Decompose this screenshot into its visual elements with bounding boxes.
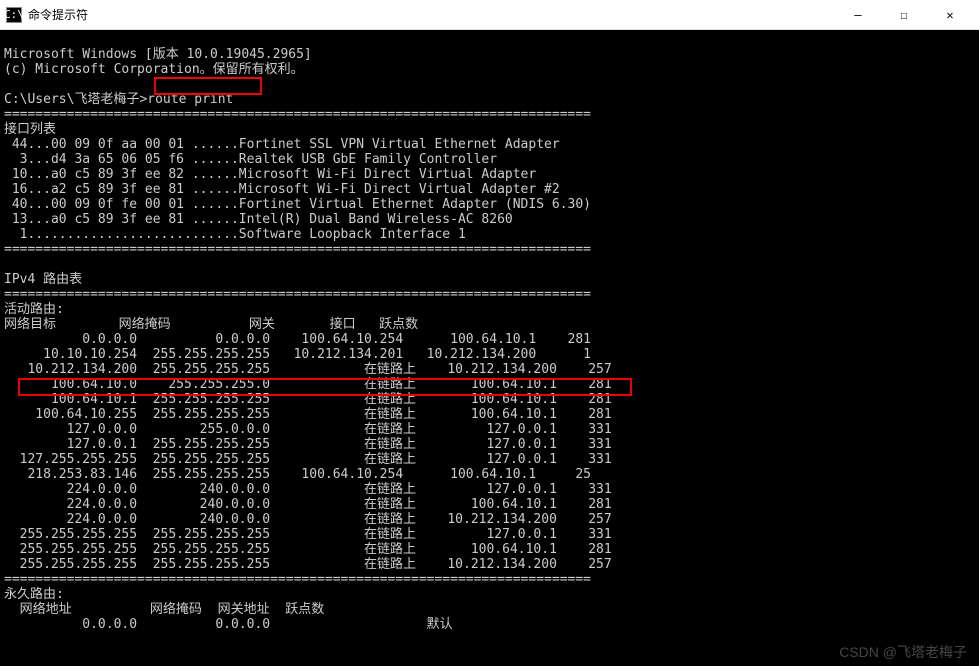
- route-row: 127.0.0.0 255.0.0.0 在链路上 127.0.0.1 331: [4, 422, 612, 437]
- minimize-button[interactable]: —: [835, 0, 881, 30]
- active-routes-heading: 活动路由:: [4, 302, 64, 317]
- route-row: 127.255.255.255 255.255.255.255 在链路上 127…: [4, 452, 612, 467]
- banner-line-2: (c) Microsoft Corporation。保留所有权利。: [4, 62, 304, 77]
- route-row: 218.253.83.146 255.255.255.255 100.64.10…: [4, 467, 591, 482]
- interface-row: 13...a0 c5 89 3f ee 81 ......Intel(R) Du…: [4, 212, 513, 227]
- interface-row: 3...d4 3a 65 06 05 f6 ......Realtek USB …: [4, 152, 497, 167]
- prompt-path: C:\Users\飞塔老梅子>: [4, 92, 147, 107]
- interface-row: 1...........................Software Loo…: [4, 227, 466, 242]
- route-row: 100.64.10.255 255.255.255.255 在链路上 100.6…: [4, 407, 612, 422]
- watermark-text: CSDN @飞塔老梅子: [839, 645, 967, 660]
- window-title: 命令提示符: [28, 6, 88, 23]
- route-row: 100.64.10.0 255.255.255.0 在链路上 100.64.10…: [4, 377, 612, 392]
- terminal-output[interactable]: Microsoft Windows [版本 10.0.19045.2965] (…: [0, 30, 979, 666]
- route-row-highlighted: 10.10.10.254 255.255.255.255 10.212.134.…: [4, 347, 591, 362]
- route-row: 10.212.134.200 255.255.255.255 在链路上 10.2…: [4, 362, 612, 377]
- persistent-columns: 网络地址 网络掩码 网关地址 跃点数: [4, 602, 324, 617]
- separator: ========================================…: [4, 242, 591, 257]
- route-row: 255.255.255.255 255.255.255.255 在链路上 10.…: [4, 557, 612, 572]
- close-button[interactable]: ✕: [927, 0, 973, 30]
- maximize-button[interactable]: ☐: [881, 0, 927, 30]
- ipv4-heading: IPv4 路由表: [4, 272, 82, 287]
- interface-row: 16...a2 c5 89 3f ee 81 ......Microsoft W…: [4, 182, 560, 197]
- route-row: 0.0.0.0 0.0.0.0 100.64.10.254 100.64.10.…: [4, 332, 591, 347]
- route-row: 224.0.0.0 240.0.0.0 在链路上 100.64.10.1 281: [4, 497, 612, 512]
- route-row: 224.0.0.0 240.0.0.0 在链路上 10.212.134.200 …: [4, 512, 612, 527]
- cmd-icon: C:\: [6, 7, 22, 23]
- route-columns: 网络目标 网络掩码 网关 接口 跃点数: [4, 317, 418, 332]
- route-row: 224.0.0.0 240.0.0.0 在链路上 127.0.0.1 331: [4, 482, 612, 497]
- window-titlebar: C:\ 命令提示符 — ☐ ✕: [0, 0, 979, 30]
- persistent-row: 0.0.0.0 0.0.0.0 默认: [4, 617, 453, 632]
- separator: ========================================…: [4, 107, 591, 122]
- route-row: 127.0.0.1 255.255.255.255 在链路上 127.0.0.1…: [4, 437, 612, 452]
- route-row: 100.64.10.1 255.255.255.255 在链路上 100.64.…: [4, 392, 612, 407]
- route-row: 255.255.255.255 255.255.255.255 在链路上 100…: [4, 542, 612, 557]
- command-text: route print: [147, 92, 233, 107]
- banner-line-1: Microsoft Windows [版本 10.0.19045.2965]: [4, 47, 312, 62]
- interface-row: 44...00 09 0f aa 00 01 ......Fortinet SS…: [4, 137, 560, 152]
- interface-row: 10...a0 c5 89 3f ee 82 ......Microsoft W…: [4, 167, 536, 182]
- route-row: 255.255.255.255 255.255.255.255 在链路上 127…: [4, 527, 612, 542]
- separator: ========================================…: [4, 287, 591, 302]
- interface-row: 40...00 09 0f fe 00 01 ......Fortinet Vi…: [4, 197, 591, 212]
- interface-list-heading: 接口列表: [4, 122, 56, 137]
- persistent-routes-heading: 永久路由:: [4, 587, 64, 602]
- separator: ========================================…: [4, 572, 591, 587]
